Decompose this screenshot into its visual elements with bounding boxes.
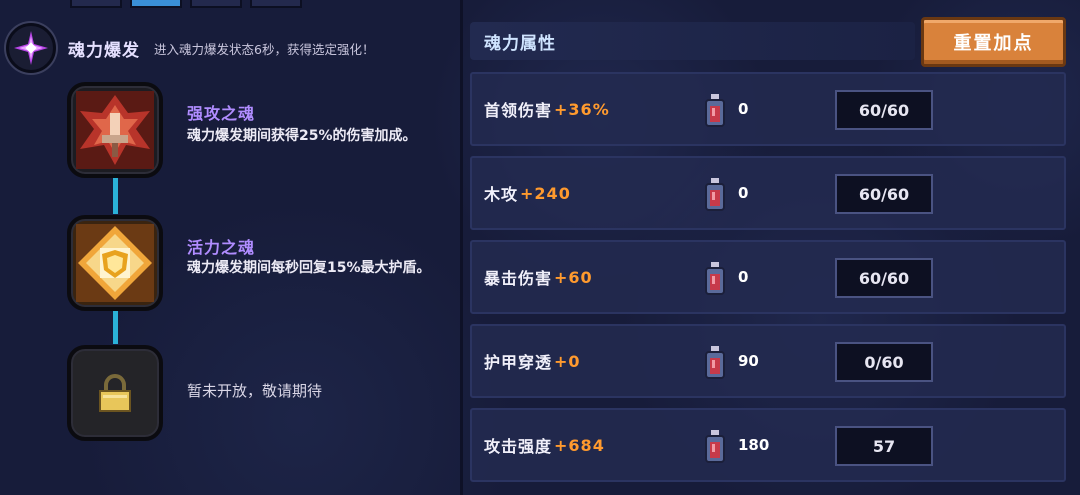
tab-2[interactable]	[130, 0, 182, 8]
vitality-soul-rune[interactable]	[64, 213, 166, 313]
rune-description: 魂力爆发期间每秒回复15%最大护盾。	[187, 260, 431, 276]
soul-potion-icon	[705, 94, 725, 127]
tab-1[interactable]	[70, 0, 122, 8]
rune-name: 强攻之魂	[187, 104, 256, 123]
attribute-row-boss-damage[interactable]: 首领伤害 +36% 0 60/60	[470, 72, 1066, 146]
soul-burst-description: 进入魂力爆发状态6秒，获得选定强化！	[154, 41, 375, 57]
locked-rune-text: 暂未开放，敬请期待	[187, 382, 323, 400]
attribute-level[interactable]: 60/60	[835, 174, 933, 214]
rune-description: 魂力爆发期间获得25%的伤害加成。	[187, 128, 417, 144]
attack-soul-rune[interactable]	[64, 80, 166, 180]
tab-4[interactable]	[250, 0, 302, 8]
attribute-level[interactable]: 60/60	[835, 90, 933, 130]
attribute-bonus: +0	[554, 351, 581, 371]
top-tab-bar	[70, 0, 302, 8]
attribute-cost: 0	[738, 268, 749, 286]
soul-burst-title: 魂力爆发	[68, 40, 140, 61]
attribute-bonus: +240	[520, 183, 571, 203]
soul-potion-icon	[705, 430, 725, 463]
attribute-cost: 90	[738, 352, 759, 370]
tab-3[interactable]	[190, 0, 242, 8]
soul-attributes-title: 魂力属性	[484, 33, 556, 54]
attribute-row-wood-attack[interactable]: 木攻 +240 0 60/60	[470, 156, 1066, 230]
attribute-name: 木攻 +240	[484, 183, 571, 205]
attribute-cost: 0	[738, 184, 749, 202]
rune-connector	[113, 308, 118, 344]
reset-points-button[interactable]: 重置加点	[921, 17, 1066, 67]
attribute-name: 首领伤害 +36%	[484, 99, 610, 121]
panel-divider	[460, 0, 463, 495]
attribute-bonus: +36%	[554, 99, 610, 119]
soul-attributes-header: 魂力属性	[470, 22, 915, 60]
attribute-level[interactable]: 60/60	[835, 258, 933, 298]
attack-soul-icon	[76, 91, 154, 169]
attribute-bonus: +684	[554, 435, 605, 455]
attribute-cost: 180	[738, 436, 770, 454]
rune-connector	[113, 178, 118, 214]
soul-burst-panel: 魂力爆发 进入魂力爆发状态6秒，获得选定强化！ 强攻之魂 魂力爆发期间获得25%…	[0, 8, 460, 495]
attribute-name: 护甲穿透 +0	[484, 351, 581, 373]
attribute-name: 暴击伤害 +60	[484, 267, 593, 289]
vitality-soul-icon	[76, 224, 154, 302]
attribute-row-crit-damage[interactable]: 暴击伤害 +60 0 60/60	[470, 240, 1066, 314]
lock-icon	[99, 374, 131, 412]
soul-burst-crystal-icon[interactable]	[6, 23, 56, 73]
attribute-row-attack-power[interactable]: 攻击强度 +684 180 57	[470, 408, 1066, 482]
attribute-row-armor-penetration[interactable]: 护甲穿透 +0 90 0/60	[470, 324, 1066, 398]
attribute-bonus: +60	[554, 267, 593, 287]
soul-potion-icon	[705, 262, 725, 295]
rune-name: 活力之魂	[187, 238, 256, 257]
attribute-level[interactable]: 0/60	[835, 342, 933, 382]
soul-potion-icon	[705, 178, 725, 211]
locked-rune-slot[interactable]	[64, 343, 166, 443]
soul-potion-icon	[705, 346, 725, 379]
soul-burst-header: 魂力爆发 进入魂力爆发状态6秒，获得选定强化！	[6, 22, 458, 74]
attribute-name: 攻击强度 +684	[484, 435, 605, 457]
attribute-cost: 0	[738, 100, 749, 118]
attribute-level[interactable]: 57	[835, 426, 933, 466]
